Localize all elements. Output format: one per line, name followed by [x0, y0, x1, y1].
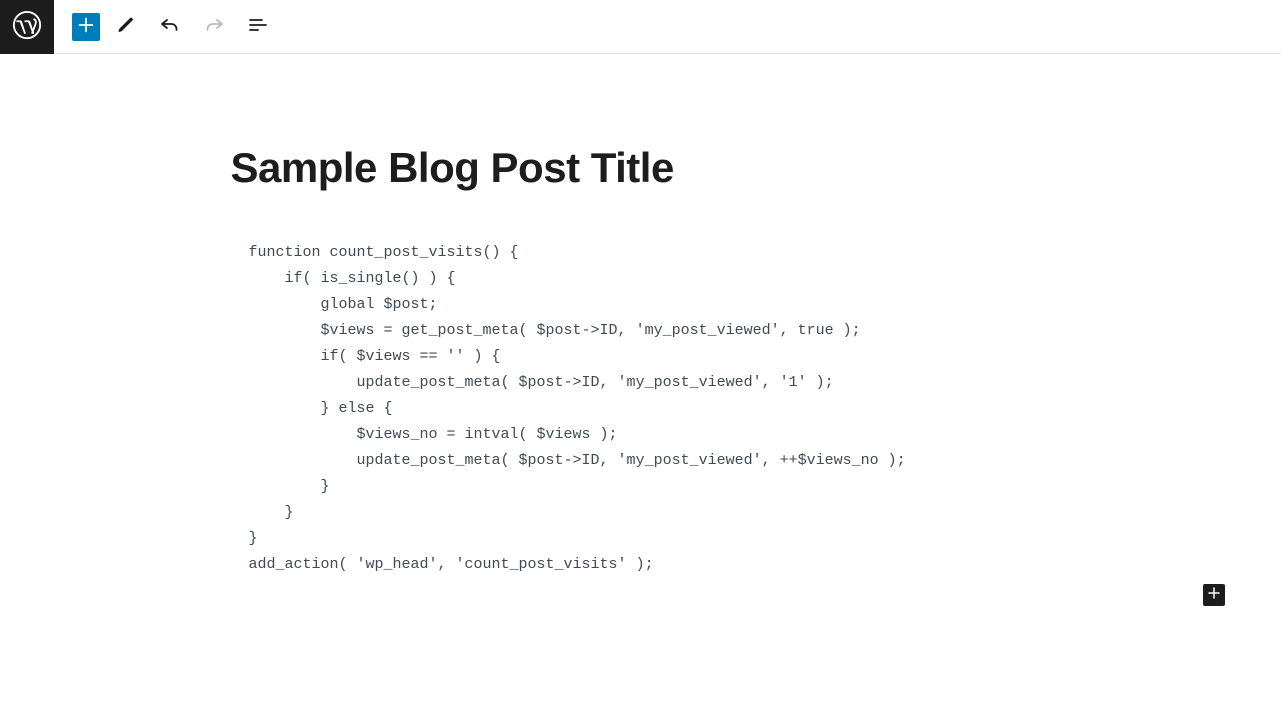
editor-toolbar [0, 0, 1281, 54]
plus-icon [75, 14, 97, 40]
document-outline-button[interactable] [240, 9, 276, 45]
plus-icon [1204, 583, 1224, 607]
toolbar-buttons [54, 9, 276, 45]
undo-button[interactable] [152, 9, 188, 45]
block-appender-button[interactable] [1203, 584, 1225, 606]
undo-icon [158, 13, 182, 41]
edit-mode-button[interactable] [108, 9, 144, 45]
post-title[interactable]: Sample Blog Post Title [231, 144, 1051, 192]
wordpress-logo-button[interactable] [0, 0, 54, 54]
outline-icon [246, 13, 270, 41]
wordpress-icon [12, 10, 42, 44]
add-block-button[interactable] [72, 13, 100, 41]
redo-button [196, 9, 232, 45]
code-block[interactable]: function count_post_visits() { if( is_si… [231, 240, 1051, 578]
pencil-icon [114, 13, 138, 41]
redo-icon [202, 13, 226, 41]
post-content: Sample Blog Post Title function count_po… [231, 144, 1051, 578]
editor-canvas[interactable]: Sample Blog Post Title function count_po… [0, 54, 1281, 578]
